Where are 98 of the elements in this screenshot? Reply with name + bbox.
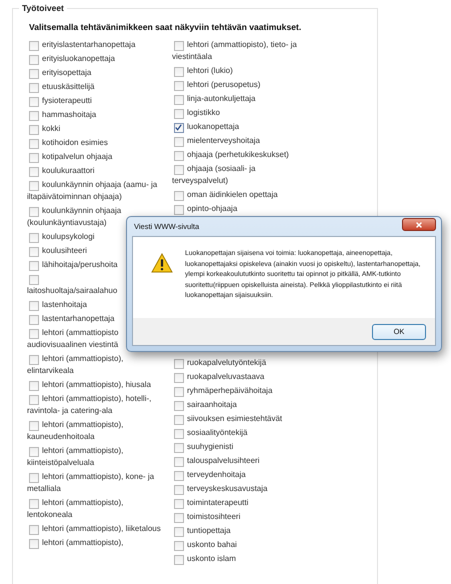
checkbox[interactable] bbox=[29, 247, 39, 257]
option-label[interactable]: ohjaaja (sosiaali- ja terveyspalvelut) bbox=[172, 163, 306, 187]
checkbox[interactable] bbox=[174, 95, 184, 105]
option-label[interactable]: logistikko bbox=[172, 107, 306, 119]
option-label[interactable]: lehtori (lukio) bbox=[172, 65, 306, 77]
checkbox[interactable] bbox=[174, 165, 184, 175]
option-label[interactable]: ohjaaja (perhetukikeskukset) bbox=[172, 149, 306, 161]
checkbox[interactable] bbox=[174, 485, 184, 495]
option-label[interactable]: erityisluokanopettaja bbox=[27, 53, 170, 65]
option-label[interactable]: erityisopettaja bbox=[27, 67, 170, 79]
option-label[interactable]: talouspalvelusihteeri bbox=[172, 455, 306, 467]
checkbox[interactable] bbox=[29, 207, 39, 217]
option-label[interactable]: uskonto islam bbox=[172, 553, 306, 565]
option-label[interactable]: kokki bbox=[27, 123, 170, 135]
option-label[interactable]: luokanopettaja bbox=[172, 121, 306, 133]
checkbox[interactable] bbox=[29, 97, 39, 107]
checkbox[interactable] bbox=[174, 555, 184, 565]
checkbox[interactable] bbox=[174, 373, 184, 383]
checkbox[interactable] bbox=[29, 153, 39, 163]
option-label[interactable]: lehtori (ammattiopisto), hiusala bbox=[27, 379, 170, 391]
checkbox[interactable] bbox=[174, 401, 184, 411]
option-label[interactable]: tuntiopettaja bbox=[172, 525, 306, 537]
option-label[interactable]: fysioterapeutti bbox=[27, 95, 170, 107]
option-label[interactable]: toimintaterapeutti bbox=[172, 497, 306, 509]
option-label[interactable]: kotipalvelun ohjaaja bbox=[27, 151, 170, 163]
option-label[interactable]: etuuskäsittelijä bbox=[27, 81, 170, 93]
checkbox[interactable] bbox=[174, 513, 184, 523]
option-label[interactable]: siivouksen esimiestehtävät bbox=[172, 413, 306, 425]
checkbox[interactable] bbox=[174, 191, 184, 201]
option-label[interactable]: lehtori (ammattiopisto), liiketalous bbox=[27, 523, 170, 535]
option-label[interactable]: ruokapalveluvastaava bbox=[172, 371, 306, 383]
checkbox[interactable] bbox=[29, 355, 39, 365]
section-legend: Työtoiveet bbox=[19, 3, 67, 13]
checkbox[interactable] bbox=[29, 539, 39, 549]
option-label[interactable]: kotihoidon esimies bbox=[27, 137, 170, 149]
checkbox[interactable] bbox=[174, 443, 184, 453]
checkbox[interactable] bbox=[174, 499, 184, 509]
checkbox[interactable] bbox=[29, 275, 39, 285]
checkbox[interactable] bbox=[29, 473, 39, 483]
checkbox[interactable] bbox=[174, 415, 184, 425]
checkbox[interactable] bbox=[29, 525, 39, 535]
option-label[interactable]: toimistosihteeri bbox=[172, 511, 306, 523]
option-label[interactable]: koulunkäynnin ohjaaja (aamu- ja iltapäivätoiminnan ohjaaja) bbox=[27, 179, 170, 203]
option-label[interactable]: sosiaalityöntekijä bbox=[172, 427, 306, 439]
option-label[interactable]: linja-autonkuljettaja bbox=[172, 93, 306, 105]
checkbox[interactable] bbox=[174, 429, 184, 439]
checkbox[interactable] bbox=[29, 499, 39, 509]
checkbox[interactable] bbox=[29, 233, 39, 243]
checkbox[interactable] bbox=[29, 167, 39, 177]
option-label[interactable]: lehtori (ammattiopisto), bbox=[27, 537, 170, 549]
option-label[interactable]: oman äidinkielen opettaja bbox=[172, 189, 306, 201]
checkbox[interactable] bbox=[174, 387, 184, 397]
checkbox[interactable] bbox=[174, 67, 184, 77]
option-label[interactable]: suuhygienisti bbox=[172, 441, 306, 453]
warning-icon bbox=[151, 253, 173, 273]
checkbox[interactable] bbox=[29, 55, 39, 65]
checkbox[interactable] bbox=[174, 541, 184, 551]
option-label[interactable]: koulukuraattori bbox=[27, 165, 170, 177]
checkbox[interactable] bbox=[29, 381, 39, 391]
checkbox[interactable] bbox=[174, 137, 184, 147]
checkbox[interactable] bbox=[29, 69, 39, 79]
checkbox[interactable] bbox=[29, 139, 39, 149]
instruction-heading: Valitsemalla tehtävänimikkeen saat näkyviin tehtävän vaatimukset. bbox=[29, 22, 302, 32]
checkbox[interactable] bbox=[174, 205, 184, 215]
checkbox[interactable] bbox=[29, 41, 39, 51]
checkbox[interactable] bbox=[174, 123, 184, 133]
checkbox[interactable] bbox=[29, 181, 39, 191]
checkbox[interactable] bbox=[29, 83, 39, 93]
checkbox[interactable] bbox=[29, 111, 39, 121]
checkbox[interactable] bbox=[174, 457, 184, 467]
checkbox[interactable] bbox=[174, 151, 184, 161]
checkbox[interactable] bbox=[29, 329, 39, 339]
option-label[interactable]: uskonto bahai bbox=[172, 539, 306, 551]
option-label[interactable]: terveyskeskusavustaja bbox=[172, 483, 306, 495]
checkbox[interactable] bbox=[29, 447, 39, 457]
option-label[interactable]: ryhmäperhepäivähoitaja bbox=[172, 385, 306, 397]
option-label[interactable]: lehtori (perusopetus) bbox=[172, 79, 306, 91]
close-icon bbox=[415, 220, 423, 228]
checkbox[interactable] bbox=[29, 301, 39, 311]
option-label[interactable]: opinto-ohjaaja bbox=[172, 203, 306, 215]
option-label[interactable]: erityislastentarhanopettaja bbox=[27, 39, 170, 51]
checkbox[interactable] bbox=[174, 109, 184, 119]
option-label[interactable]: sairaanhoitaja bbox=[172, 399, 306, 411]
close-button[interactable] bbox=[402, 218, 436, 231]
option-label[interactable]: hammashoitaja bbox=[27, 109, 170, 121]
checkbox[interactable] bbox=[29, 261, 39, 271]
checkbox[interactable] bbox=[174, 41, 184, 51]
option-label[interactable]: mielenterveyshoitaja bbox=[172, 135, 306, 147]
checkbox[interactable] bbox=[174, 527, 184, 537]
option-label[interactable]: terveydenhoitaja bbox=[172, 469, 306, 481]
checkbox[interactable] bbox=[174, 81, 184, 91]
checkbox[interactable] bbox=[29, 315, 39, 325]
checkbox[interactable] bbox=[174, 359, 184, 369]
checkbox[interactable] bbox=[29, 395, 39, 405]
checkbox[interactable] bbox=[174, 471, 184, 481]
checkbox[interactable] bbox=[29, 421, 39, 431]
option-label[interactable]: ruokapalvelutyöntekijä bbox=[172, 357, 306, 369]
checkbox[interactable] bbox=[29, 125, 39, 135]
